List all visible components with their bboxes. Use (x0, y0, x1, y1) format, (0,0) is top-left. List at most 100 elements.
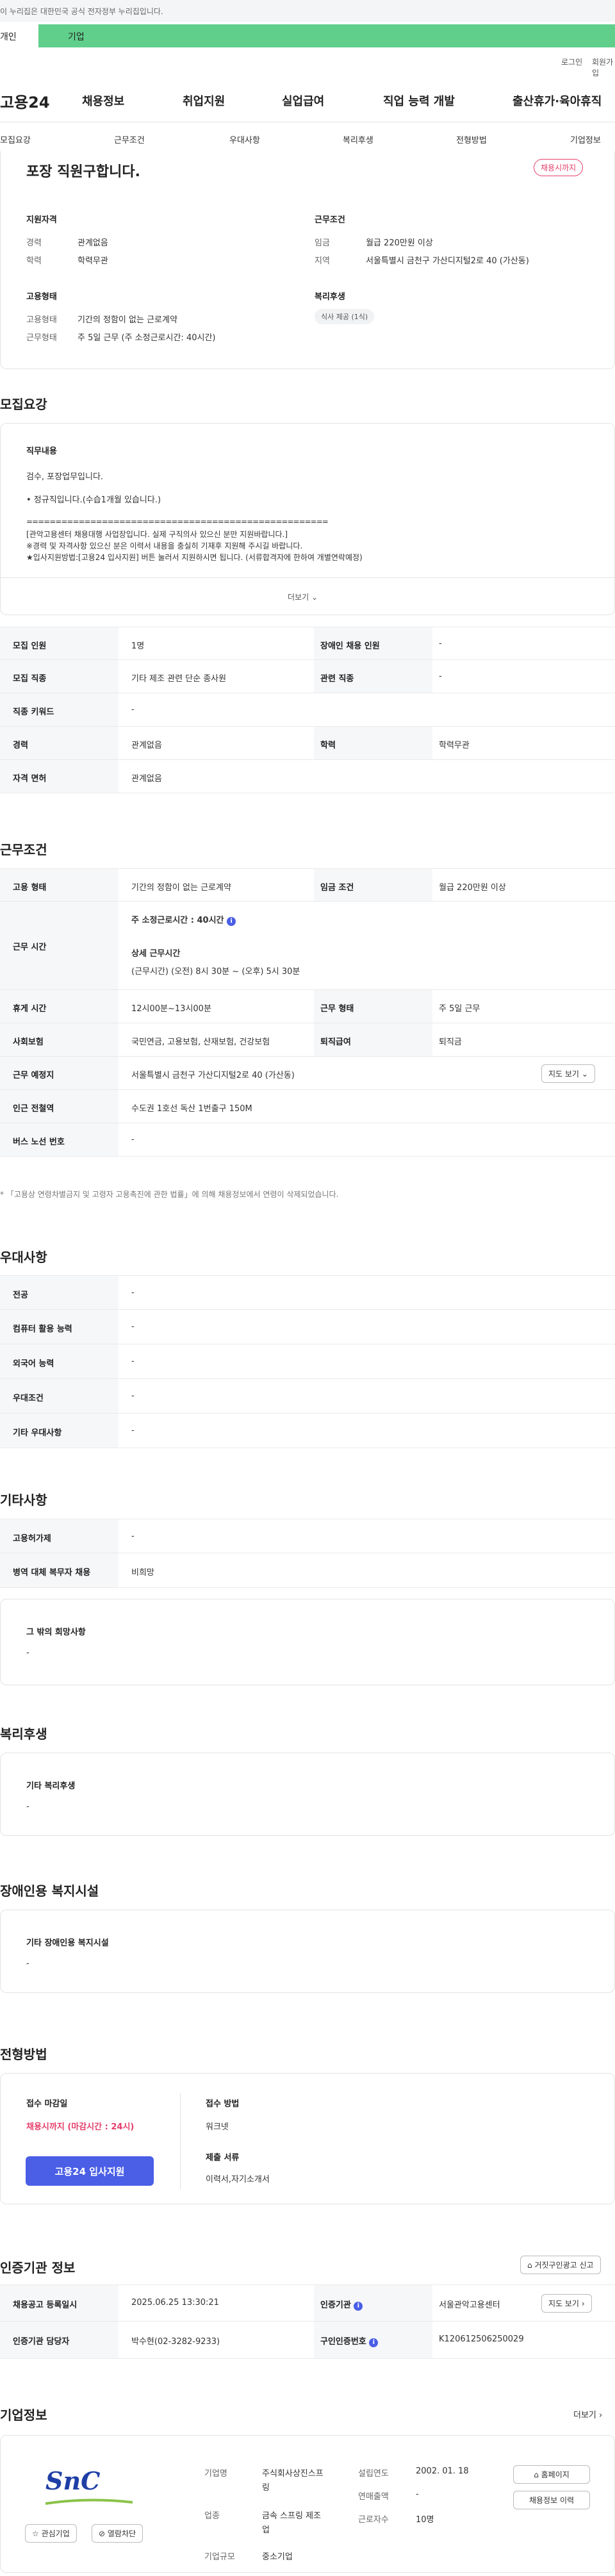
table-row: 자격 면허 관계없음 (0, 760, 615, 793)
disabled-box-title: 기타 장애인용 복지시설 (26, 1938, 109, 1948)
favorite-company-button[interactable]: ☆ 관심기업 (25, 2524, 77, 2543)
table-row: 모집 인원 1명 장애인 채용 인원 - (0, 627, 615, 660)
snav-company[interactable]: 기업정보 (570, 133, 601, 145)
table-row: 근무 시간 주 소정근로시간 : 40시간 i 상세 근무시간 (근무시간) (… (0, 902, 615, 990)
table-row: 컴퓨터 활용 능력 - (0, 1310, 615, 1344)
apply-button[interactable]: 고용24 입사지원 (26, 2156, 154, 2186)
false-ad-report-button[interactable]: ⌂ 거짓구인광고 신고 (520, 2256, 601, 2274)
gnb-jobs[interactable]: 채용정보 (82, 92, 124, 109)
table-row: 고용허가제 - (0, 1519, 615, 1553)
work-section-title: 근무조건 (0, 842, 47, 857)
gnb-employment-support[interactable]: 취업지원 (183, 92, 225, 109)
disabled-card: 기타 장애인용 복지시설 - (0, 1910, 615, 1993)
cell-key: 근무 형태 (320, 1004, 354, 1014)
map-button[interactable]: 지도 보기 ⌄ (541, 1064, 595, 1083)
main-navigation: 고용24 채용정보 취업지원 실업급여 직업 능력 개발 출산휴가·육아휴직 (0, 82, 615, 120)
gnb-unemployment-benefit[interactable]: 실업급여 (282, 92, 324, 109)
gov-banner: 이 누리집은 대한민국 공식 전자정부 누리집입니다. (0, 0, 615, 22)
cell-value: 기타 제조 관련 단순 종사원 (131, 674, 227, 684)
etc-section-title: 기타사항 (0, 1492, 47, 1508)
table-row: 사회보험 국민연금, 고용보험, 산재보험, 건강보험 퇴직급여 퇴직금 (0, 1023, 615, 1057)
duty-line: ※경력 및 자격사항 있으신 분은 이력서 내용을 충실히 기재후 지원해 주시… (26, 541, 303, 550)
cell-key: 버스 노선 번호 (13, 1137, 65, 1147)
chevron-right-icon: › (599, 2411, 603, 2420)
cond-title: 근무조건 (315, 215, 345, 225)
cell-key: 모집 인원 (13, 641, 47, 651)
tab-business[interactable]: 기업 (38, 24, 615, 47)
welfare-card: 기타 복리후생 - (0, 1753, 615, 1836)
gnb-parental-leave[interactable]: 출산휴가·육아휴직 (512, 92, 602, 109)
disabled-box-value: - (26, 1959, 29, 1969)
star-icon: ☆ (32, 2529, 39, 2538)
gnb-job-training[interactable]: 직업 능력 개발 (383, 92, 455, 109)
cell-value: 국민연금, 고용보험, 산재보험, 건강보험 (131, 1037, 270, 1047)
employees-value: 10명 (416, 2515, 434, 2525)
cert-no-key: 구인인증번호 i (320, 2334, 379, 2347)
table-row: 병역 대체 복무자 채용 비희망 (0, 1553, 615, 1588)
duty-card: 직무내용 검수, 포장업무입니다. • 정규직입니다.(수습1개월 있습니다.)… (0, 423, 615, 615)
company-name-value-cont: 링 (262, 2483, 270, 2493)
industry-value: 금속 스프링 제조 (262, 2511, 321, 2521)
region-value: 서울특별시 금천구 가산디지털2로 40 (가산동) (366, 256, 529, 266)
cell-value: 주 5일 근무 (439, 1004, 480, 1014)
house-icon: ⌂ (527, 2261, 532, 2270)
cell-key: 직종 키워드 (13, 707, 54, 717)
cell-key: 임금 조건 (320, 883, 354, 893)
deadline-value: 채용시까지 (마감시간 : 24시) (26, 2122, 135, 2132)
cell-key: 퇴직급여 (320, 1037, 351, 1047)
duty-line: ★입사지원방법:[고용24 입사지원] 버튼 눌러서 지원하시면 됩니다. (서… (26, 553, 363, 562)
cell-value: 관계없음 (131, 741, 162, 750)
snav-conditions[interactable]: 근무조건 (114, 133, 145, 145)
table-row: 우대조건 - (0, 1379, 615, 1414)
disabled-section-title: 장애인용 복지시설 (0, 1883, 99, 1899)
duty-line: [관악고용센터 채용대행 사업장입니다. 실제 구직의사 있으신 분만 지원바랍… (26, 530, 288, 539)
method-value: 워크넷 (206, 2122, 229, 2132)
user-type-tabs: 개인 기업 (0, 24, 615, 47)
section-nav: 모집요강 근무조건 우대사항 복리후생 전형방법 기업정보 (0, 122, 615, 155)
snav-welfare[interactable]: 복리후생 (343, 133, 373, 145)
company-name-value: 주식회사상진스프 (262, 2469, 324, 2479)
block-icon: ⊘ (99, 2529, 106, 2538)
docs-label: 제출 서류 (206, 2153, 240, 2163)
table-row: 휴게 시간 12시00분~13시00분 근무 형태 주 5일 근무 (0, 990, 615, 1023)
cell-value: 학력무관 (439, 741, 470, 750)
emp-title: 고용형태 (26, 292, 57, 302)
welfare-box-title: 기타 복리후생 (26, 1781, 76, 1791)
work-hours-main: 주 소정근로시간 : 40시간 i (131, 913, 236, 926)
cell-value: 관계없음 (131, 774, 162, 784)
more-button[interactable]: 더보기 ⌄ (288, 591, 318, 602)
cell-key: 사회보험 (13, 1037, 44, 1047)
home-icon: ⌂ (534, 2470, 539, 2479)
method-label: 접수 방법 (206, 2099, 240, 2109)
snav-recruit[interactable]: 모집요강 (0, 133, 31, 145)
job-history-button[interactable]: 채용정보 이력 (513, 2491, 590, 2509)
wish-value: - (26, 1648, 29, 1658)
site-logo[interactable]: 고용24 (0, 90, 50, 112)
welfare-section-title: 복리후생 (0, 1726, 47, 1742)
wish-card: 그 밖의 희망사항 - (0, 1599, 615, 1685)
cert-map-button[interactable]: 지도 보기 › (541, 2294, 592, 2313)
block-company-button[interactable]: ⊘ 열람차단 (92, 2524, 144, 2543)
table-row: 인증기관 담당자 박수현(02-3282-9233) 구인인증번호 i K120… (0, 2322, 615, 2359)
employees-label: 근로자수 (358, 2515, 389, 2525)
snav-screening[interactable]: 전형방법 (456, 133, 487, 145)
tab-individual[interactable]: 개인 (0, 24, 38, 47)
cell-value: 수도권 1호선 독산 1번출구 150M (131, 1104, 252, 1114)
table-row: 고용 형태 기간의 정함이 없는 근로계약 임금 조건 월급 220만원 이상 (0, 868, 615, 902)
login-link[interactable]: 로그인 (561, 56, 582, 67)
info-icon: i (354, 2302, 363, 2311)
edu-label: 학력 (26, 256, 42, 266)
company-more-link[interactable]: 더보기 › (573, 2408, 602, 2420)
cell-key: 경력 (13, 741, 28, 750)
pref-section-title: 우대사항 (0, 1250, 47, 1265)
cell-value: - (439, 639, 442, 648)
join-link[interactable]: 회원가입 (592, 56, 615, 78)
snav-preferences[interactable]: 우대사항 (229, 133, 260, 145)
cell-value: - (131, 1135, 135, 1144)
homepage-button[interactable]: ⌂ 홈페이지 (513, 2465, 590, 2484)
work-hours-detail: (근무시간) (오전) 8시 30분 ~ (오후) 5시 30분 (131, 967, 300, 977)
welfare-box-value: - (26, 1802, 29, 1812)
company-logo: SnC (45, 2466, 101, 2495)
cell-key: 관련 직종 (320, 674, 354, 684)
table-row: 채용공고 등록일시 2025.06.25 13:30:21 인증기관 i 서울관… (0, 2284, 615, 2322)
